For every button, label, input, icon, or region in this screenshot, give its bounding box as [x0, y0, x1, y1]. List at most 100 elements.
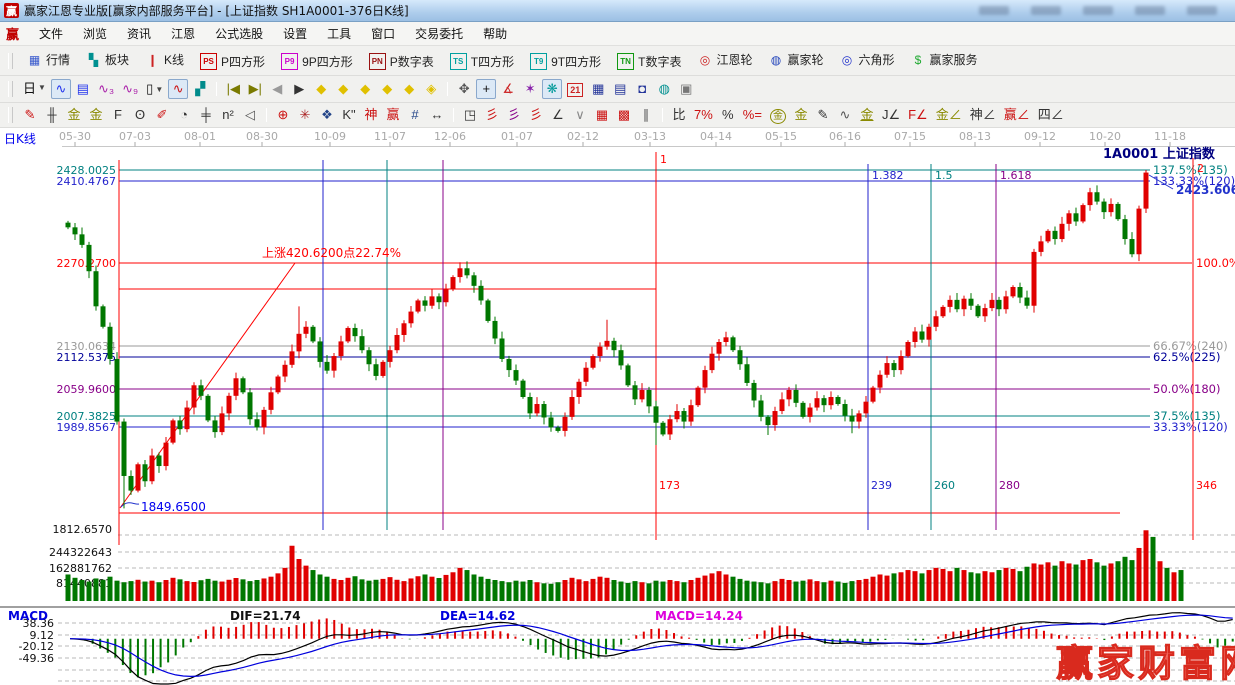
toolbar-feature-kline[interactable]: ❙K线	[137, 48, 192, 71]
toolbar-grip[interactable]	[8, 81, 13, 97]
toolbar-grip[interactable]	[8, 53, 13, 69]
toolbar-crosshair-tool[interactable]: +	[476, 79, 496, 99]
toolbar-fan-box-tool[interactable]: 彡	[504, 104, 524, 124]
toolbar-red-grid-tool[interactable]: ▦	[592, 105, 612, 125]
toolbar-angle-lines-tool[interactable]: ∠	[548, 105, 568, 125]
toolbar-wave3-tool[interactable]: ∿₃	[95, 79, 117, 99]
toolbar-gann-fan-tool[interactable]: 彡	[482, 104, 502, 124]
toolbar-gold-underline-tool[interactable]: 金	[857, 104, 877, 124]
menu-item-9[interactable]: 帮助	[473, 25, 517, 43]
toolbar-percent-7-tool[interactable]: 7%	[691, 105, 716, 125]
toolbar-spiral-tool[interactable]: ʘ	[130, 105, 150, 125]
macd-title[interactable]: MACD	[8, 609, 48, 623]
toolbar-number-grid-tool[interactable]: #	[405, 105, 425, 125]
toolbar-gann-compress[interactable]: ◆	[377, 79, 397, 99]
toolbar-angle-tool[interactable]: ∡	[498, 79, 518, 99]
toolbar-save-tool[interactable]: ◘	[632, 79, 652, 99]
toolbar-wave-box-tool[interactable]: ∿	[835, 105, 855, 125]
toolbar-span-arrow-tool[interactable]: ↔	[427, 105, 447, 125]
menu-item-8[interactable]: 交易委托	[405, 25, 473, 43]
toolbar-prev-button[interactable]: ◀	[267, 79, 287, 99]
toolbar-feature-p-table[interactable]: PNP数字表	[361, 50, 442, 73]
candle-style-dropdown-dropdown-arrow-icon[interactable]: ▼	[155, 85, 163, 94]
toolbar-web-tool[interactable]: ◍	[654, 79, 674, 99]
toolbar-shape-tool[interactable]: ✶	[520, 79, 540, 99]
toolbar-last-page-button[interactable]: ▶|	[245, 79, 265, 99]
toolbar-gold-grid2-tool[interactable]: 金	[86, 104, 106, 124]
toolbar-gold-grid-tool[interactable]: 金	[64, 104, 84, 124]
toolbar-feature-9t-square[interactable]: T99T四方形	[522, 50, 609, 73]
menu-item-7[interactable]: 窗口	[361, 25, 405, 43]
toolbar-k-label-tool[interactable]: K"	[339, 105, 359, 125]
toolbar-calculator-tool[interactable]: ▦	[588, 79, 608, 99]
toolbar-calendar-tool[interactable]: 21	[564, 80, 586, 100]
toolbar-grid-star-tool[interactable]: ❖	[317, 105, 337, 125]
toolbar-candle-style-dropdown[interactable]: ▯▼	[143, 79, 166, 99]
toolbar-tick-scale-tool[interactable]: ╪	[196, 105, 216, 125]
toolbar-star-cycle-tool[interactable]: ✳	[295, 105, 315, 125]
toolbar-black-pencil-tool[interactable]: ✎	[813, 105, 833, 125]
toolbar-gold-line-tool[interactable]: 金	[791, 104, 811, 124]
toolbar-next-button[interactable]: ▶	[289, 79, 309, 99]
toolbar-percent-tool[interactable]: %	[718, 105, 738, 125]
toolbar-period-day-dropdown[interactable]: 日▼	[20, 78, 49, 98]
toolbar-wave9-tool[interactable]: ∿₉	[119, 79, 141, 99]
toolbar-f-angle-tool[interactable]: F∠	[905, 105, 931, 125]
toolbar-compare-scale-tool[interactable]: 比	[669, 104, 689, 124]
toolbar-si-angle-tool[interactable]: 四∠	[1035, 104, 1067, 124]
toolbar-time-cycle-tool[interactable]: ◔	[174, 105, 194, 125]
toolbar-red-pencil-tool[interactable]: ✎	[20, 105, 40, 125]
toolbar-first-page-button[interactable]: |◀	[223, 79, 243, 99]
toolbar-feature-t-table[interactable]: TNT数字表	[609, 50, 689, 73]
toolbar-feature-9p-square[interactable]: P99P四方形	[273, 50, 361, 73]
toolbar-shen-tool[interactable]: 神	[361, 104, 381, 124]
toolbar-target-circle-tool[interactable]: ⊕	[273, 105, 293, 125]
menu-item-4[interactable]: 公式选股	[205, 25, 273, 43]
toolbar-mirror-angle-tool[interactable]: ◁	[240, 105, 260, 125]
toolbar-gann-arrow-right[interactable]: ◆	[333, 79, 353, 99]
toolbar-grip[interactable]	[8, 107, 13, 123]
toolbar-gann-expand[interactable]: ◆	[399, 79, 419, 99]
toolbar-feature-p-square[interactable]: PSP四方形	[192, 50, 273, 73]
menu-item-0[interactable]: 文件	[29, 25, 73, 43]
toolbar-hand-tool[interactable]: ✥	[454, 79, 474, 99]
menu-item-6[interactable]: 工具	[317, 25, 361, 43]
toolbar-zigzag-tool[interactable]: ∿	[51, 79, 71, 99]
toolbar-measure-pencil-tool[interactable]: ✐	[152, 105, 172, 125]
menu-item-5[interactable]: 设置	[273, 25, 317, 43]
toolbar-feature-hexagon[interactable]: ◎六角形	[832, 48, 903, 71]
toolbar-analysis-tool[interactable]: ❋	[542, 79, 562, 99]
toolbar-gann-center[interactable]: ◈	[421, 79, 441, 99]
toolbar-feature-winner-wheel[interactable]: ◍赢家轮	[760, 48, 831, 71]
toolbar-red-wave-tool[interactable]: ∿	[168, 79, 188, 99]
toolbar-terminal-tool[interactable]: ▣	[676, 79, 696, 99]
toolbar-j-angle-tool[interactable]: J∠	[879, 105, 903, 125]
toolbar-feature-winner-service[interactable]: $赢家服务	[903, 48, 986, 71]
toolbar-feature-sectors[interactable]: ▚板块	[78, 48, 137, 71]
toolbar-fib-f-tool[interactable]: F	[108, 105, 128, 125]
toolbar-ying-tool[interactable]: 赢	[383, 104, 403, 124]
title-bar[interactable]: 赢 赢家江恩专业版[赢家内部服务平台] - [上证指数 SH1A0001-376…	[0, 0, 1235, 22]
toolbar-n-square-tool[interactable]: n²	[218, 105, 238, 125]
toolbar-feature-t-square[interactable]: TST四方形	[442, 50, 522, 73]
toolbar-profile-histogram-tool[interactable]: ▞	[190, 79, 210, 99]
toolbar-parallel-lines-tool[interactable]: ∥	[636, 105, 656, 125]
toolbar-percent-line-tool[interactable]: %=	[740, 105, 765, 125]
toolbar-feature-gann-wheel[interactable]: ◎江恩轮	[689, 48, 760, 71]
period-day-dropdown-dropdown-arrow-icon[interactable]: ▼	[38, 83, 46, 92]
toolbar-shen-angle-tool[interactable]: 神∠	[967, 104, 999, 124]
toolbar-f10-info[interactable]: ▤	[73, 79, 93, 99]
toolbar-gann-arrow-h[interactable]: ◆	[355, 79, 375, 99]
menu-item-3[interactable]: 江恩	[161, 25, 205, 43]
toolbar-memo-tool[interactable]: ▤	[610, 79, 630, 99]
toolbar-gann-arrow-left[interactable]: ◆	[311, 79, 331, 99]
toolbar-box-range-tool[interactable]: ◳	[460, 105, 480, 125]
toolbar-feature-quotes[interactable]: ▦行情	[19, 48, 78, 71]
menu-item-2[interactable]: 资讯	[117, 25, 161, 43]
toolbar-gold-angle-tool[interactable]: 金∠	[933, 104, 965, 124]
kline-chart-area[interactable]: 05-3007-0308-0108-3010-0911-0712-0601-07…	[0, 128, 1235, 685]
toolbar-v-lines-tool[interactable]: ∨	[570, 105, 590, 125]
menu-item-1[interactable]: 浏览	[73, 25, 117, 43]
toolbar-grid-scale-tool[interactable]: ╫	[42, 105, 62, 125]
toolbar-gold-circle-tool[interactable]: 金	[767, 107, 789, 127]
